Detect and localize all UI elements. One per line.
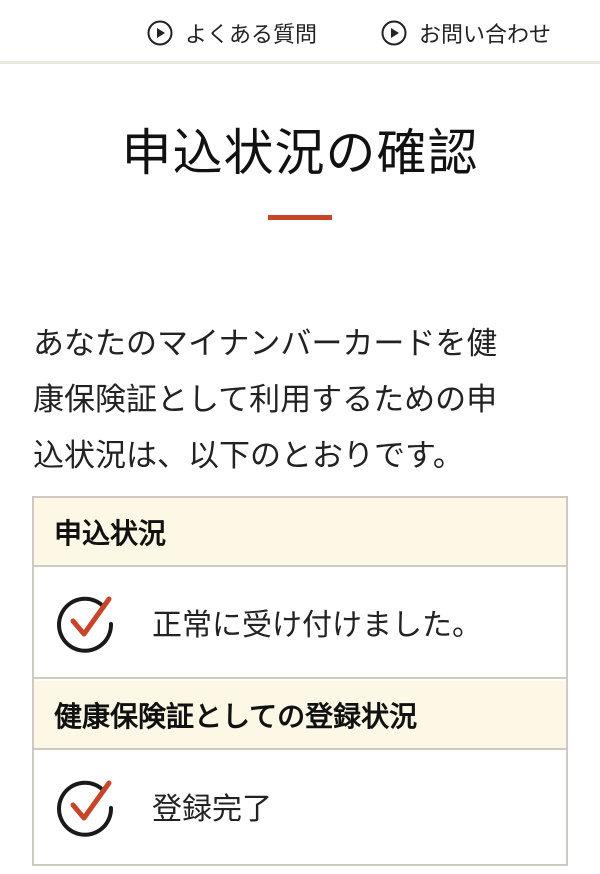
application-status-text: 正常に受け付けました。 bbox=[152, 608, 482, 643]
intro-text: あなたのマイナンバーカードを健 康保険証として利用するための申 込状況は、以下の… bbox=[33, 316, 563, 484]
intro-line: あなたのマイナンバーカードを健 bbox=[33, 326, 498, 362]
application-status-heading: 申込状況 bbox=[34, 498, 566, 565]
contact-link[interactable]: お問い合わせ bbox=[381, 18, 551, 48]
registration-status-heading: 健康保険証としての登録状況 bbox=[34, 681, 566, 748]
status-table: 申込状況 正常に受け付けました。 健康保険証としての登録状況 登録完了 bbox=[32, 496, 568, 866]
check-circle-icon bbox=[57, 780, 114, 837]
page-title: 申込状況の確認 bbox=[121, 124, 479, 182]
play-circle-icon bbox=[147, 20, 173, 46]
faq-link-label: よくある質問 bbox=[185, 23, 318, 48]
intro-line: 込状況は、以下のとおりです。 bbox=[33, 438, 464, 474]
application-status-row: 正常に受け付けました。 bbox=[34, 565, 566, 679]
top-navigation: よくある質問 お問い合わせ bbox=[0, 0, 600, 64]
play-circle-icon bbox=[381, 20, 407, 46]
intro-line: 康保険証として利用するための申 bbox=[33, 382, 498, 418]
registration-status-text: 登録完了 bbox=[152, 792, 272, 827]
check-circle-icon bbox=[57, 596, 114, 653]
registration-status-row: 登録完了 bbox=[34, 748, 566, 862]
contact-link-label: お問い合わせ bbox=[419, 23, 552, 48]
faq-link[interactable]: よくある質問 bbox=[147, 18, 317, 48]
title-accent-divider bbox=[268, 215, 332, 220]
